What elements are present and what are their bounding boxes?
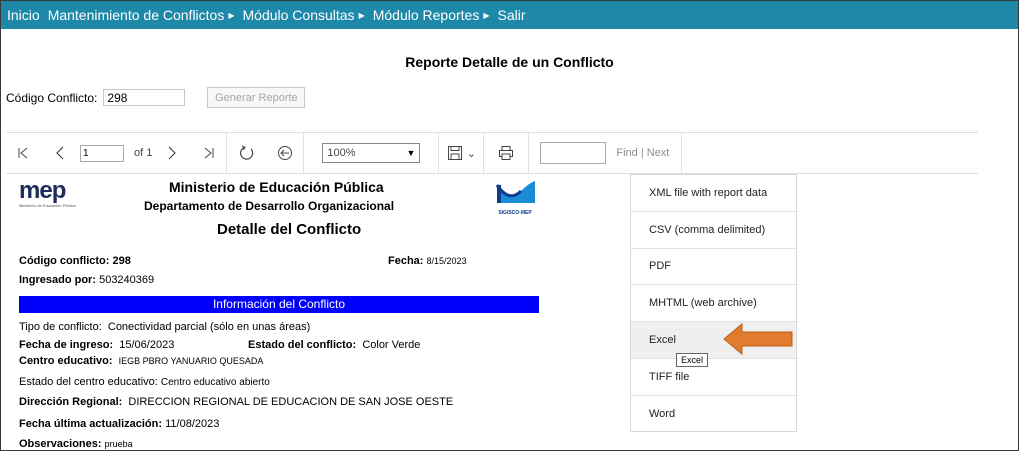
print-icon[interactable] (484, 145, 528, 161)
caret-right-icon: ▶ (483, 10, 490, 20)
page-title: Reporte Detalle de un Conflicto (405, 54, 614, 70)
observaciones-row: Observaciones: prueba (19, 438, 133, 450)
refresh-icon[interactable] (227, 145, 267, 161)
direccion-row: Dirección Regional: DIRECCION REGIONAL D… (19, 396, 454, 408)
zoom-value: 100% (327, 147, 356, 159)
find-links: Find | Next (616, 147, 670, 159)
generate-report-button[interactable]: Generar Reporte (207, 87, 306, 108)
chevron-down-icon: ⌄ (466, 147, 476, 160)
toolbar-divider (528, 133, 530, 173)
export-mhtml[interactable]: MHTML (web archive) (631, 285, 796, 323)
last-page-icon[interactable] (192, 147, 226, 159)
first-page-icon[interactable] (6, 147, 40, 159)
pointer-arrow-icon (722, 322, 794, 361)
nav-inicio[interactable]: Inicio (7, 7, 40, 23)
next-link[interactable]: Next (647, 147, 670, 159)
code-label: Código Conflicto: (6, 90, 98, 105)
sigisco-logo: SIGISCO-MEP (491, 179, 539, 216)
caret-right-icon: ▶ (358, 10, 365, 20)
ingresado-row: Ingresado por: 503240369 (19, 274, 155, 286)
report-departamento: Departamento de Desarrollo Organizaciona… (144, 199, 395, 213)
find-input[interactable] (540, 142, 607, 164)
back-icon[interactable] (267, 145, 303, 161)
codigo-row: Código conflicto: 298 (19, 255, 131, 267)
code-row: Código Conflicto: Generar Reporte (6, 87, 306, 108)
chevron-down-icon: ▼ (406, 148, 416, 158)
export-csv[interactable]: CSV (comma delimited) (631, 212, 796, 249)
report-detalle-title: Detalle del Conflicto (217, 221, 362, 238)
nav-reportes[interactable]: Módulo Reportes ▶ (373, 7, 490, 23)
centro-row: Centro educativo: IEGB PBRO YANUARIO QUE… (19, 355, 264, 367)
estado-centro-row: Estado del centro educativo: Centro educ… (19, 376, 270, 388)
fecha-row: Fecha: 8/15/2023 (388, 255, 467, 267)
code-input[interactable] (103, 89, 186, 106)
prev-page-icon[interactable] (40, 146, 80, 160)
toolbar-divider (303, 133, 305, 173)
page-number-input[interactable] (80, 144, 124, 162)
excel-tooltip: Excel (676, 353, 709, 367)
estado-conflicto-row: Estado del conflicto: Color Verde (248, 339, 421, 351)
save-icon[interactable]: ⌄ (439, 145, 483, 161)
export-word[interactable]: Word (631, 396, 796, 433)
section-bar: Información del Conflicto (19, 296, 539, 313)
actualizacion-row: Fecha última actualización: 11/08/2023 (19, 418, 220, 430)
tipo-row: Tipo de conflicto: Conectividad parcial … (19, 321, 311, 333)
toolbar-divider (681, 133, 683, 173)
top-navbar: Inicio Mantenimiento de Conflictos ▶ Módu… (1, 1, 1018, 29)
nav-mantenimiento[interactable]: Mantenimiento de Conflictos ▶ (48, 7, 235, 23)
caret-right-icon: ▶ (228, 10, 235, 20)
nav-consultas[interactable]: Módulo Consultas ▶ (243, 7, 365, 23)
page-count: of 1 (134, 147, 153, 159)
mep-logo: mep Ministerio de Educación Pública (19, 177, 76, 209)
fecha-ingreso-row: Fecha de ingreso: 15/06/2023 (19, 339, 175, 351)
nav-salir[interactable]: Salir (498, 7, 526, 23)
export-xml[interactable]: XML file with report data (631, 175, 796, 212)
report-toolbar: of 1 100% ▼ ⌄ Find | Next (6, 132, 978, 174)
next-page-icon[interactable] (152, 146, 192, 160)
find-link[interactable]: Find (616, 147, 637, 159)
export-tiff[interactable]: TIFF file (631, 359, 796, 396)
export-pdf[interactable]: PDF (631, 249, 796, 286)
report-ministerio: Ministerio de Educación Pública (169, 179, 384, 195)
export-menu: XML file with report data CSV (comma del… (630, 174, 797, 432)
zoom-select[interactable]: 100% ▼ (322, 143, 421, 163)
